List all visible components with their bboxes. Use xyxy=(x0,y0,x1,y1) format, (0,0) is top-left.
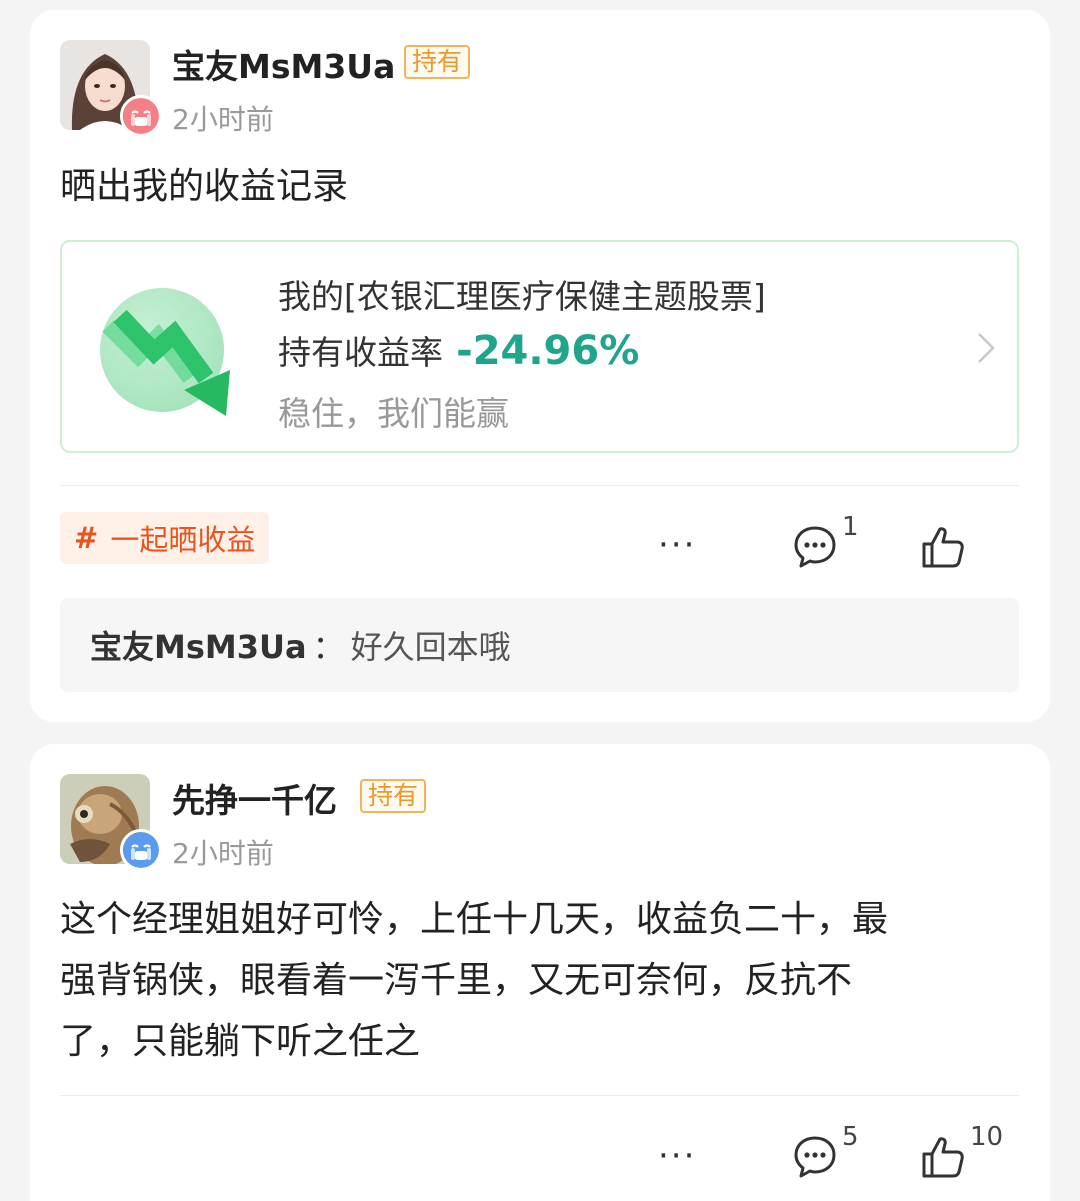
crying-emoji-badge xyxy=(120,829,162,871)
hashtag-icon: # xyxy=(74,521,99,555)
post-time: 2小时前 xyxy=(172,837,274,870)
comment-button[interactable] xyxy=(792,524,838,574)
more-icon[interactable]: ··· xyxy=(658,1139,696,1173)
post-text-line: 了，只能躺下听之任之 xyxy=(60,1021,421,1062)
comment-icon xyxy=(794,1136,836,1178)
like-icon xyxy=(922,1137,964,1178)
more-icon[interactable]: ··· xyxy=(658,528,696,562)
fund-name: 我的[农银汇理医疗保健主题股票] xyxy=(278,277,766,316)
divider xyxy=(60,1095,1019,1096)
like-button[interactable] xyxy=(920,524,966,574)
like-icon xyxy=(922,527,964,568)
post-card-2: 先挣一千亿 持有 2小时前 这个经理姐姐好可怜，上任十几天，收益负二十，最 强背… xyxy=(30,744,1050,1201)
holding-tag: 持有 xyxy=(360,779,427,813)
post-text-line: 这个经理姐姐好可怜，上任十几天，收益负二十，最 xyxy=(60,899,889,940)
top-comment[interactable]: 宝友MsM3Ua ： 好久回本哦 xyxy=(60,598,1019,692)
like-button[interactable] xyxy=(920,1134,966,1184)
post-text[interactable]: 这个经理姐姐好可怜，上任十几天，收益负二十，最 强背锅侠，眼看着一泻千里，又无可… xyxy=(60,889,888,1072)
like-count: 10 xyxy=(970,1122,1004,1152)
down-trend-icon xyxy=(98,286,238,421)
return-rate-row: 持有收益率 -24.96% xyxy=(278,326,639,374)
topic-label: 一起晒收益 xyxy=(110,523,256,557)
holding-tag: 持有 xyxy=(404,45,471,79)
post-time: 2小时前 xyxy=(172,103,274,136)
profit-card[interactable]: 我的[农银汇理医疗保健主题股票] 持有收益率 -24.96% 稳住，我们能赢 xyxy=(60,240,1019,453)
crying-emoji-badge xyxy=(120,95,162,137)
topic-tag[interactable]: # 一起晒收益 xyxy=(60,512,270,564)
comment-button[interactable] xyxy=(792,1134,838,1184)
comment-count: 5 xyxy=(842,1122,859,1152)
slogan: 稳住，我们能赢 xyxy=(278,394,509,433)
comment-text: 好久回本哦 xyxy=(350,628,511,666)
chevron-right-icon xyxy=(978,333,995,363)
username[interactable]: 先挣一千亿 xyxy=(172,774,337,822)
comment-username: 宝友MsM3Ua xyxy=(90,628,307,666)
return-rate-label: 持有收益率 xyxy=(278,333,443,372)
username[interactable]: 宝友MsM3Ua xyxy=(172,40,395,88)
comment-icon xyxy=(794,526,836,568)
post-text[interactable]: 晒出我的收益记录 xyxy=(60,156,348,217)
divider xyxy=(60,485,1019,486)
return-rate-value: -24.96% xyxy=(456,328,640,374)
post-card-1: 宝友MsM3Ua 持有 2小时前 晒出我的收益记录 我的[农银汇理医疗保健主题股… xyxy=(30,10,1050,722)
comment-count: 1 xyxy=(842,512,859,542)
comment-colon: ： xyxy=(312,628,345,666)
post-text-line: 强背锅侠，眼看着一泻千里，又无可奈何，反抗不 xyxy=(60,960,853,1001)
